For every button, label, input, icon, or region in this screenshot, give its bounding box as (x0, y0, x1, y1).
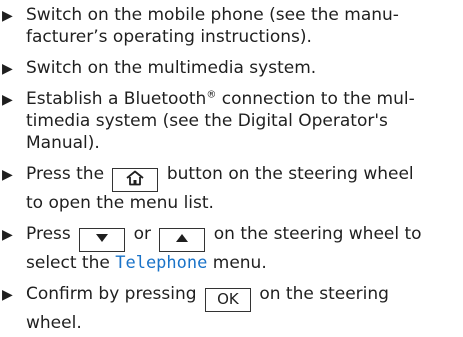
step-text: Press the (26, 164, 105, 184)
step-text: Establish a Bluetooth (26, 89, 207, 109)
step-text-second-line: select the Telephone menu. (26, 252, 456, 274)
instruction-step-1: ▶ Switch on the mobile phone (see the ma… (2, 4, 456, 48)
step-text-first-line: Press or on the steering wheel to (26, 223, 456, 252)
step-text: to open the menu list. (26, 193, 214, 213)
step-text-first-line: Confirm by pressing OK on the steering (26, 283, 456, 312)
step-text: on the steering wheel to (213, 224, 422, 244)
ok-button-key: OK (204, 288, 251, 312)
manual-page: ▶ Switch on the mobile phone (see the ma… (0, 0, 463, 337)
instruction-list: ▶ Switch on the mobile phone (see the ma… (2, 4, 463, 334)
step-text: menu. (212, 253, 267, 273)
bullet-arrow: ▶ (2, 167, 13, 183)
home-icon (126, 170, 145, 186)
step-text: Switch on the multimedia system. (26, 58, 317, 78)
up-arrow-icon (176, 234, 189, 242)
down-button-key (79, 228, 126, 252)
step-text: wheel. (26, 313, 82, 333)
step-text: Switch on the mobile phone (see the manu… (26, 5, 399, 25)
instruction-step-5: ▶ Press or on the steering wheel to sele… (2, 223, 456, 274)
instruction-step-3: ▶ Establish a Bluetooth® connection to t… (2, 88, 456, 154)
display-menu-name: Telephone (115, 253, 208, 273)
instruction-step-4: ▶ Press the button on the steering wheel… (2, 163, 456, 214)
down-arrow-icon (96, 234, 109, 242)
instruction-step-2: ▶ Switch on the multimedia system. (2, 57, 456, 79)
bullet-arrow: ▶ (2, 227, 13, 243)
step-text: Confirm by pressing (26, 284, 197, 304)
bullet-arrow: ▶ (2, 92, 13, 108)
step-text-first-line: Press the button on the steering wheel (26, 163, 456, 192)
step-text: connection to the mul- (216, 89, 415, 109)
instruction-step-6: ▶ Confirm by pressing OK on the steering… (2, 283, 456, 334)
step-text: select the (26, 253, 110, 273)
step-text: button on the steering wheel (166, 164, 414, 184)
bullet-arrow: ▶ (2, 8, 13, 24)
up-button-key (159, 228, 206, 252)
bullet-arrow: ▶ (2, 61, 13, 77)
registered-mark: ® (206, 89, 217, 101)
step-text: on the steering (259, 284, 389, 304)
step-text: facturer’s operating instructions). (26, 27, 312, 47)
bullet-arrow: ▶ (2, 287, 13, 303)
step-text: Press (26, 224, 71, 244)
step-text: timedia system (see the Digital Operator… (26, 111, 388, 131)
home-button-key (112, 168, 159, 192)
step-text-first-line: Establish a Bluetooth® connection to the… (26, 88, 456, 110)
step-text: or (133, 224, 151, 244)
step-text: Manual). (26, 133, 100, 153)
